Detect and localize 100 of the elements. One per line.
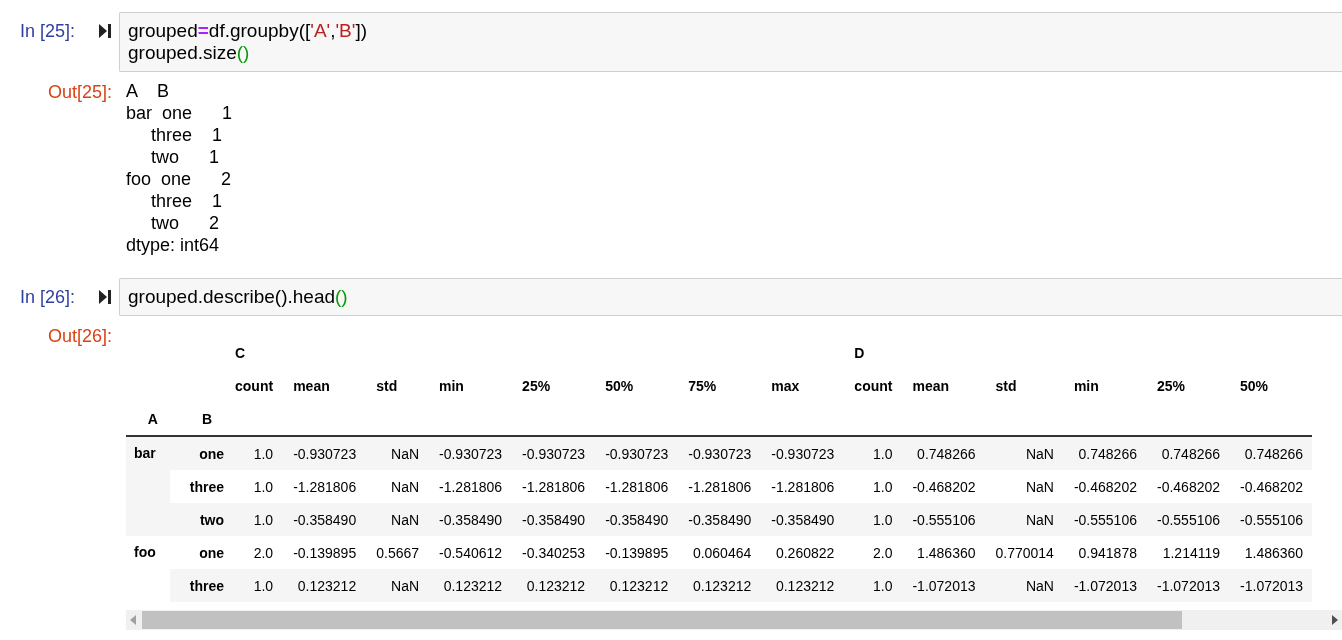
column-header: 75% bbox=[688, 377, 717, 394]
table-cell: 0.123212 bbox=[692, 577, 752, 594]
column-header: 50% bbox=[1240, 377, 1269, 394]
table-cell: 0.123212 bbox=[297, 577, 357, 594]
column-group-header: C bbox=[235, 344, 246, 361]
code-line: grouped.describe().head() bbox=[128, 286, 348, 308]
table-cell: -0.930723 bbox=[293, 445, 357, 462]
code-editor[interactable]: grouped=df.groupby(['A','B']) grouped.size() bbox=[119, 12, 1342, 72]
table-cell: 1.0 bbox=[253, 577, 274, 594]
input-prompt: In [26]: bbox=[18, 286, 75, 308]
column-header: min bbox=[1073, 377, 1099, 394]
output-line: three 1 bbox=[150, 124, 223, 146]
table-cell: -0.139895 bbox=[605, 544, 669, 561]
column-header: mean bbox=[912, 377, 950, 394]
table-cell: NaN bbox=[391, 577, 420, 594]
table-cell: -1.072013 bbox=[1073, 577, 1137, 594]
output-line: foo one 2 bbox=[126, 168, 232, 190]
table-cell: -0.358490 bbox=[522, 511, 586, 528]
table-cell: -0.468202 bbox=[1157, 478, 1221, 495]
table-cell: -0.555106 bbox=[1157, 511, 1221, 528]
table-cell: -1.281806 bbox=[688, 478, 752, 495]
table-cell: -1.281806 bbox=[522, 478, 586, 495]
table-cell: 1.0 bbox=[873, 577, 893, 594]
table-cell: 1.0 bbox=[873, 445, 893, 462]
table-cell: -0.930723 bbox=[439, 445, 503, 462]
table-cell: NaN bbox=[391, 478, 420, 495]
table-cell: -1.281806 bbox=[771, 478, 835, 495]
table-cell: -1.281806 bbox=[439, 478, 503, 495]
table-cell: 0.748266 bbox=[917, 445, 976, 462]
table-cell: 1.214119 bbox=[1162, 544, 1221, 561]
table-cell: NaN bbox=[1025, 478, 1054, 495]
column-header: std bbox=[376, 377, 398, 394]
table-cell: -0.555106 bbox=[1240, 511, 1304, 528]
scroll-right-icon[interactable] bbox=[1332, 615, 1338, 625]
table-cell: -0.468202 bbox=[1240, 478, 1304, 495]
table-cell: 0.770014 bbox=[995, 544, 1054, 561]
row-label: one bbox=[199, 544, 225, 561]
row-group-label: bar bbox=[134, 445, 156, 461]
table-cell: -0.358490 bbox=[688, 511, 752, 528]
table-cell: 1.486360 bbox=[917, 544, 976, 561]
run-icon[interactable] bbox=[99, 24, 111, 38]
table-cell: 0.748266 bbox=[1244, 445, 1304, 462]
output-line: A B bbox=[126, 80, 170, 102]
row-label: three bbox=[189, 577, 225, 594]
table-cell: 1.0 bbox=[253, 511, 274, 528]
horizontal-scrollbar[interactable] bbox=[126, 610, 1342, 630]
table-cell: -0.930723 bbox=[771, 445, 835, 462]
column-group-header: D bbox=[854, 344, 865, 361]
column-header: std bbox=[995, 377, 1017, 394]
table-cell: -1.281806 bbox=[293, 478, 357, 495]
row-label: two bbox=[199, 511, 225, 528]
table-cell: 1.0 bbox=[873, 511, 893, 528]
column-header: 25% bbox=[1157, 377, 1185, 394]
table-cell: -0.540612 bbox=[439, 544, 503, 561]
table-cell: -0.358490 bbox=[605, 511, 669, 528]
table-cell: -0.358490 bbox=[439, 511, 503, 528]
table-cell: NaN bbox=[1025, 445, 1054, 462]
column-header: min bbox=[439, 377, 464, 394]
table-cell: -0.930723 bbox=[688, 445, 752, 462]
index-name: A bbox=[147, 410, 158, 427]
output-prompt: Out[25]: bbox=[46, 81, 112, 103]
table-cell: 0.748266 bbox=[1078, 445, 1137, 462]
table-cell: NaN bbox=[391, 445, 420, 462]
table-cell: 0.123212 bbox=[443, 577, 503, 594]
output-line: three 1 bbox=[150, 190, 223, 212]
code-editor[interactable]: grouped.describe().head() bbox=[119, 278, 1342, 316]
table-cell: -1.072013 bbox=[912, 577, 976, 594]
table-cell: -0.358490 bbox=[293, 511, 357, 528]
table-cell: -0.468202 bbox=[1073, 478, 1137, 495]
table-cell: 0.123212 bbox=[775, 577, 835, 594]
scrollbar-thumb[interactable] bbox=[142, 611, 1182, 629]
input-prompt: In [25]: bbox=[18, 20, 75, 42]
column-header: mean bbox=[293, 377, 330, 394]
table-cell: 1.486360 bbox=[1244, 544, 1304, 561]
table-cell: 0.5667 bbox=[376, 544, 420, 561]
column-header: max bbox=[771, 377, 800, 394]
table-cell: -0.930723 bbox=[522, 445, 586, 462]
table-cell: -0.139895 bbox=[293, 544, 357, 561]
output-prompt: Out[26]: bbox=[46, 325, 112, 347]
table-cell: -0.358490 bbox=[771, 511, 835, 528]
output-line: bar one 1 bbox=[126, 102, 233, 124]
code-line: grouped=df.groupby(['A','B']) bbox=[128, 20, 367, 42]
table-cell: 0.941878 bbox=[1078, 544, 1137, 561]
column-header: count bbox=[854, 377, 893, 394]
table-cell: -1.072013 bbox=[1240, 577, 1304, 594]
table-cell: 0.748266 bbox=[1161, 445, 1221, 462]
index-name: B bbox=[201, 410, 213, 427]
table-cell: 0.123212 bbox=[526, 577, 586, 594]
run-icon[interactable] bbox=[99, 290, 111, 304]
output-line: two 2 bbox=[150, 212, 220, 234]
code-line: grouped.size() bbox=[128, 42, 250, 64]
table-cell: 1.0 bbox=[253, 478, 274, 495]
table-cell: NaN bbox=[391, 511, 420, 528]
output-line: two 1 bbox=[150, 146, 220, 168]
table-cell: NaN bbox=[1025, 577, 1054, 594]
table-cell: -0.340253 bbox=[522, 544, 586, 561]
table-cell: 1.0 bbox=[873, 478, 893, 495]
table-cell: -0.555106 bbox=[912, 511, 976, 528]
column-header: 25% bbox=[522, 377, 551, 394]
row-label: one bbox=[199, 445, 225, 462]
